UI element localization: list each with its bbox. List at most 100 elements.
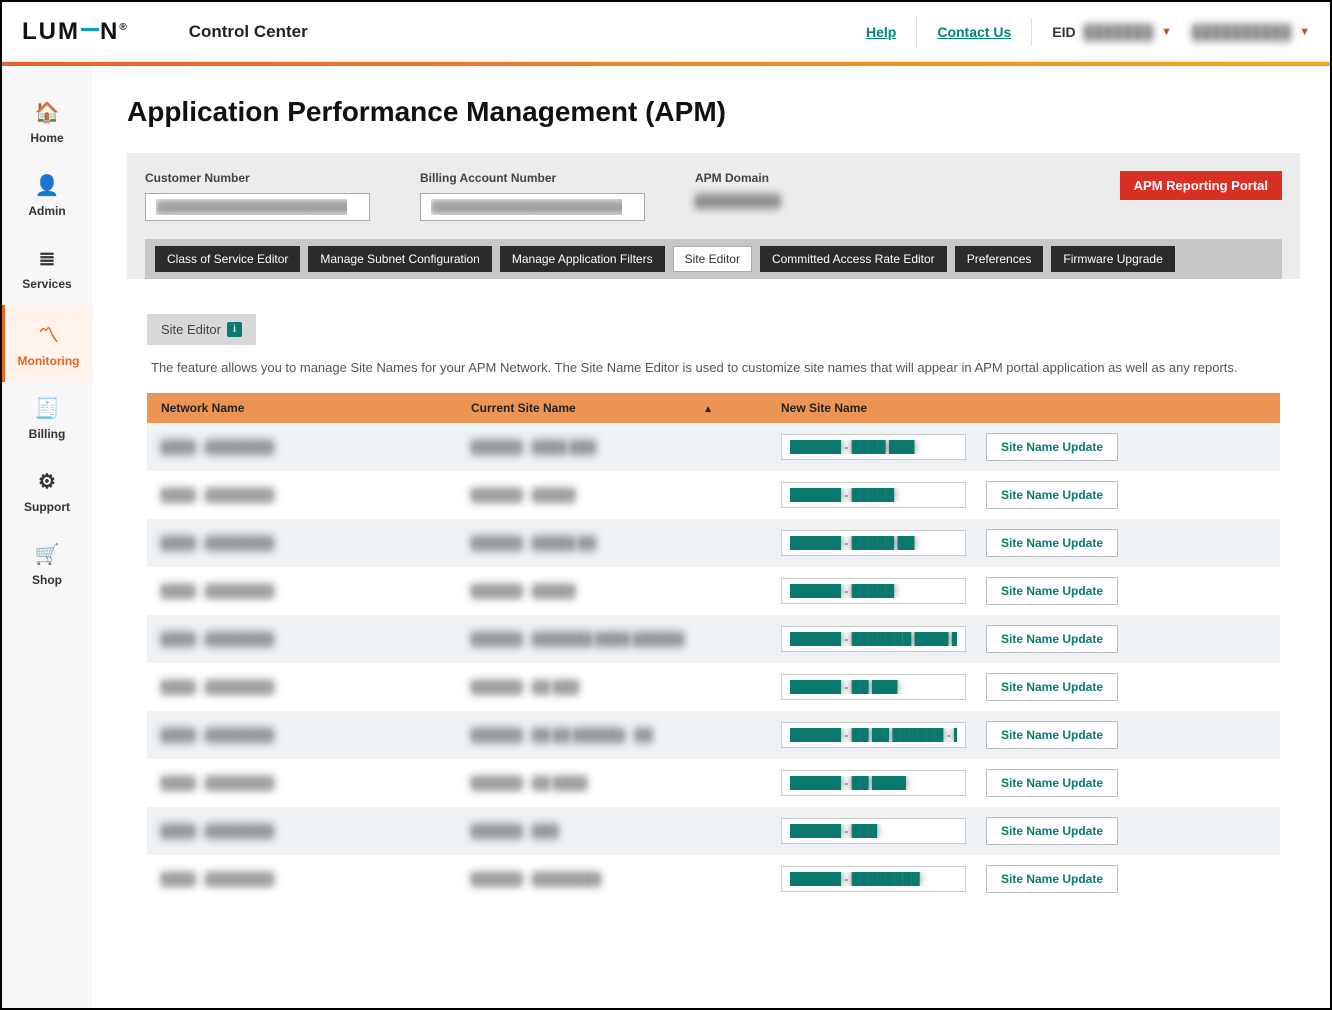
site-name-update-button[interactable]: Site Name Update [986, 433, 1118, 461]
table-row: ████ - ██████████████ - ███Site Name Upd… [147, 807, 1280, 855]
main-content: Application Performance Management (APM)… [92, 66, 1330, 1008]
new-site-name-cell: Site Name Update [767, 519, 1280, 567]
invoice-icon: 🧾 [35, 396, 60, 421]
site-name-update-button[interactable]: Site Name Update [986, 529, 1118, 557]
current-site-name-cell: ██████ - ███████ ████ ██████ [457, 615, 767, 663]
new-site-name-cell: Site Name Update [767, 567, 1280, 615]
sidebar-item-support[interactable]: ⚙ Support [2, 455, 92, 528]
new-site-name-input[interactable] [781, 578, 966, 604]
table-row: ████ - ██████████████ - ████████ Site Nam… [147, 855, 1280, 903]
new-site-name-input[interactable] [781, 770, 966, 796]
logo: LUMN® [22, 18, 129, 46]
tab-manage-filters[interactable]: Manage Application Filters [500, 246, 665, 272]
gear-icon: ⚙ [38, 469, 56, 494]
site-name-update-button[interactable]: Site Name Update [986, 625, 1118, 653]
network-name-cell: ████ - ████████ [147, 663, 457, 711]
current-site-name-cell: ██████ - ████ ███ [457, 423, 767, 471]
eid-label: EID [1052, 24, 1075, 40]
col-current-site-name[interactable]: Current Site Name ▲ [457, 393, 767, 423]
divider [916, 18, 917, 46]
tab-preferences[interactable]: Preferences [955, 246, 1044, 272]
site-name-update-button[interactable]: Site Name Update [986, 769, 1118, 797]
site-name-update-button[interactable]: Site Name Update [986, 865, 1118, 893]
chevron-down-icon: ▼ [1161, 26, 1172, 38]
site-name-update-button[interactable]: Site Name Update [986, 481, 1118, 509]
network-name-cell: ████ - ████████ [147, 759, 457, 807]
new-site-name-input[interactable] [781, 722, 966, 748]
contact-link[interactable]: Contact Us [937, 24, 1011, 40]
sidebar-item-admin[interactable]: 👤 Admin [2, 159, 92, 232]
new-site-name-cell: Site Name Update [767, 711, 1280, 759]
apm-reporting-portal-button[interactable]: APM Reporting Portal [1120, 171, 1282, 200]
sidebar-item-label: Shop [32, 573, 62, 587]
current-site-name-cell: ██████ - █████ [457, 471, 767, 519]
table-row: ████ - ██████████████ - █████ ██ Site Nam… [147, 519, 1280, 567]
product-name: Control Center [189, 22, 308, 42]
sidebar-item-label: Services [22, 277, 71, 291]
current-site-name-cell: ██████ - ██ ██ ██████ - ██ [457, 711, 767, 759]
tab-committed-rate[interactable]: Committed Access Rate Editor [760, 246, 947, 272]
eid-value: ███████ [1084, 24, 1153, 40]
table-row: ████ - ██████████████ - ████ ███Site Nam… [147, 423, 1280, 471]
current-site-name-cell: ██████ - ████████ [457, 855, 767, 903]
eid-dropdown[interactable]: EID ███████ ▼ [1052, 24, 1172, 40]
customer-number-label: Customer Number [145, 171, 370, 185]
new-site-name-input[interactable] [781, 866, 966, 892]
sidebar-item-billing[interactable]: 🧾 Billing [2, 382, 92, 455]
new-site-name-cell: Site Name Update [767, 855, 1280, 903]
network-name-cell: ████ - ████████ [147, 519, 457, 567]
table-row: ████ - ██████████████ - ███████ ████ ███… [147, 615, 1280, 663]
new-site-name-input[interactable] [781, 674, 966, 700]
panel-description: The feature allows you to manage Site Na… [147, 345, 1280, 393]
user-dropdown[interactable]: ██████████ ▼ [1192, 24, 1310, 40]
new-site-name-input[interactable] [781, 434, 966, 460]
site-name-update-button[interactable]: Site Name Update [986, 817, 1118, 845]
sidebar-item-label: Admin [28, 204, 65, 218]
sort-asc-icon: ▲ [703, 404, 713, 415]
site-name-update-button[interactable]: Site Name Update [986, 577, 1118, 605]
tab-site-editor[interactable]: Site Editor [673, 246, 752, 272]
network-name-cell: ████ - ████████ [147, 711, 457, 759]
col-new-site-name[interactable]: New Site Name [767, 393, 1280, 423]
list-icon: ≣ [39, 246, 56, 271]
sidebar-item-shop[interactable]: 🛒 Shop [2, 528, 92, 601]
help-link[interactable]: Help [866, 24, 896, 40]
table-row: ████ - ██████████████ - █████Site Name U… [147, 567, 1280, 615]
new-site-name-input[interactable] [781, 818, 966, 844]
sidebar-item-label: Monitoring [18, 354, 80, 368]
new-site-name-input[interactable] [781, 626, 966, 652]
apm-domain-label: APM Domain [695, 171, 780, 185]
home-icon: 🏠 [35, 100, 60, 125]
tab-firmware-upgrade[interactable]: Firmware Upgrade [1051, 246, 1174, 272]
new-site-name-cell: Site Name Update [767, 615, 1280, 663]
panel-badge-label: Site Editor [161, 322, 221, 337]
tab-class-of-service[interactable]: Class of Service Editor [155, 246, 300, 272]
page-title: Application Performance Management (APM) [127, 96, 1300, 128]
sidebar-item-label: Home [30, 131, 63, 145]
app-header: LUMN® Control Center Help Contact Us EID… [2, 2, 1330, 62]
billing-account-select[interactable]: ████████████████████████ [420, 193, 645, 221]
tab-manage-subnet[interactable]: Manage Subnet Configuration [308, 246, 491, 272]
sidebar-item-home[interactable]: 🏠 Home [2, 86, 92, 159]
panel-badge: Site Editor i [147, 314, 256, 345]
current-site-name-cell: ██████ - █████ ██ [457, 519, 767, 567]
new-site-name-cell: Site Name Update [767, 807, 1280, 855]
site-name-update-button[interactable]: Site Name Update [986, 721, 1118, 749]
tab-strip: Class of Service Editor Manage Subnet Co… [145, 239, 1282, 279]
new-site-name-input[interactable] [781, 482, 966, 508]
customer-number-select[interactable]: ████████████████████████ [145, 193, 370, 221]
new-site-name-cell: Site Name Update [767, 759, 1280, 807]
sidebar-item-monitoring[interactable]: 〽 Monitoring [2, 305, 92, 382]
network-name-cell: ████ - ████████ [147, 855, 457, 903]
col-network-name[interactable]: Network Name [147, 393, 457, 423]
divider [1031, 18, 1032, 46]
sidebar-item-label: Support [24, 500, 70, 514]
new-site-name-input[interactable] [781, 530, 966, 556]
site-name-update-button[interactable]: Site Name Update [986, 673, 1118, 701]
sidebar-item-services[interactable]: ≣ Services [2, 232, 92, 305]
filter-panel: Customer Number ████████████████████████… [127, 153, 1300, 279]
info-icon[interactable]: i [227, 322, 242, 337]
table-row: ████ - ██████████████ - ██ ███ Site Name … [147, 663, 1280, 711]
current-site-name-cell: ██████ - ██ ███ [457, 663, 767, 711]
apm-domain-value: ██████████ [695, 194, 780, 208]
